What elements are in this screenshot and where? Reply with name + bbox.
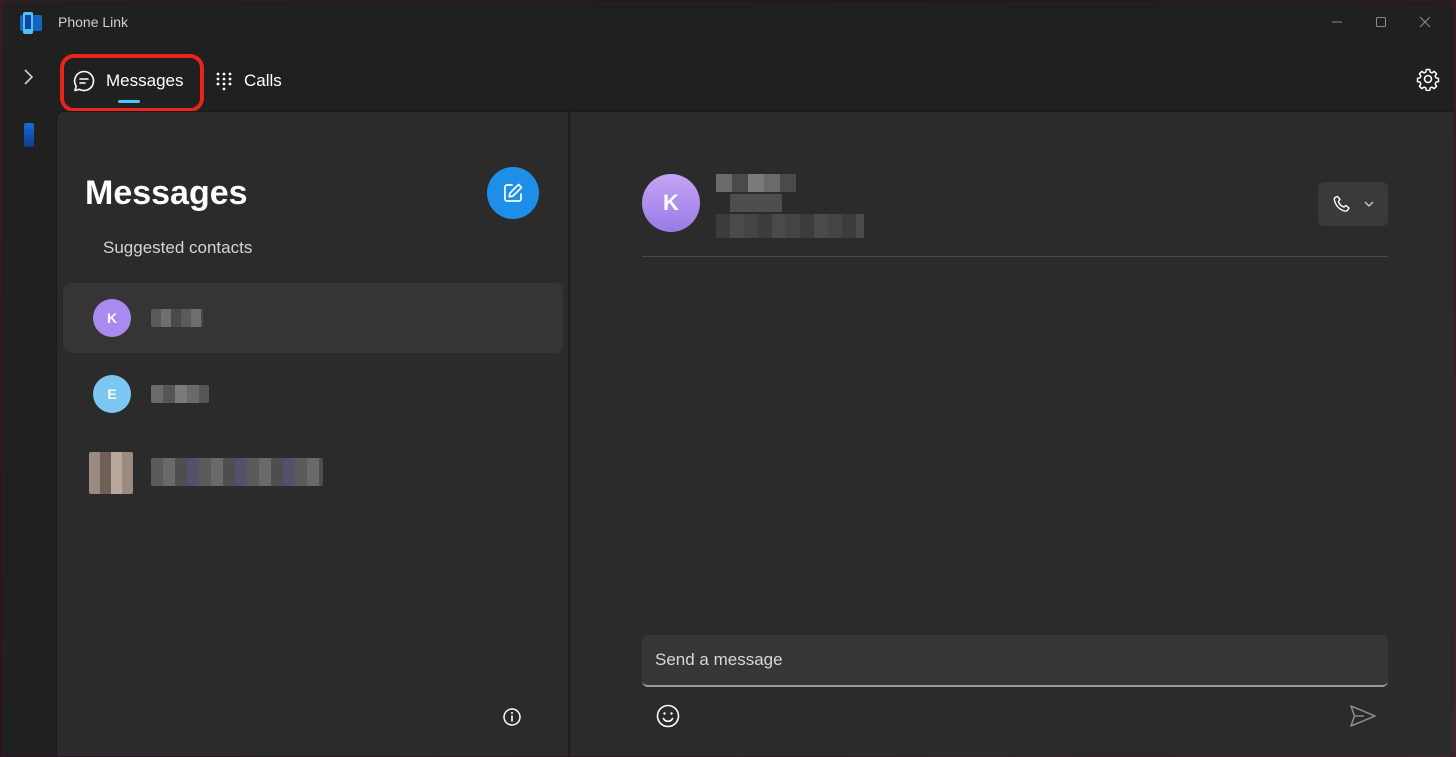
settings-gear-icon[interactable] [1416,67,1440,91]
phone-link-logo-icon [20,12,42,34]
emoji-icon[interactable] [654,702,682,730]
contact-list-item[interactable]: K [63,283,563,353]
tab-calls[interactable]: Calls [214,63,282,99]
window-title: Phone Link [58,14,129,30]
messages-list-panel: Messages Suggested contacts K E [56,111,568,756]
message-composer[interactable] [642,635,1388,687]
tab-calls-label: Calls [244,71,282,90]
contact-name-redacted [151,458,323,486]
contact-name-redacted [151,309,203,327]
conversation-contact-redacted [716,174,864,238]
info-icon[interactable] [501,706,523,728]
new-message-button[interactable] [487,167,539,219]
conversation-panel: K [569,111,1454,756]
contact-photo-redacted [89,452,133,494]
chat-bubble-icon [73,70,95,92]
contact-list-item[interactable]: E [63,359,563,429]
call-dropdown-button[interactable] [1318,182,1388,226]
minimize-button[interactable] [1314,7,1360,37]
suggested-contacts-label: Suggested contacts [103,238,253,257]
avatar: E [93,375,131,413]
title-bar: Phone Link [2,1,1454,45]
active-tab-indicator [118,100,140,103]
close-icon [1419,16,1431,28]
minimize-icon [1332,21,1342,23]
message-input[interactable] [642,635,1388,685]
chevron-right-icon [24,69,34,85]
avatar: K [93,299,131,337]
contact-list-item[interactable] [63,436,563,506]
contact-name-redacted [151,385,209,403]
top-nav-bar: Messages Calls [2,45,1454,112]
messages-heading: Messages [85,174,248,212]
expand-sidebar-button[interactable] [14,59,42,95]
tab-messages[interactable]: Messages [72,63,183,99]
compose-icon [504,183,523,202]
maximize-icon [1376,17,1386,27]
phone-icon [1333,195,1350,212]
conversation-avatar: K [642,174,700,232]
maximize-button[interactable] [1358,7,1404,37]
conversation-header-divider [642,256,1388,257]
close-button[interactable] [1402,7,1448,37]
phone-link-window: Phone Link Messages Calls Messages Sugge… [2,1,1454,756]
connected-phone-thumbnail[interactable] [24,123,34,147]
dialpad-icon [216,72,232,91]
tab-messages-label: Messages [106,71,184,90]
send-icon[interactable] [1348,702,1378,730]
chevron-down-icon [1364,201,1374,207]
